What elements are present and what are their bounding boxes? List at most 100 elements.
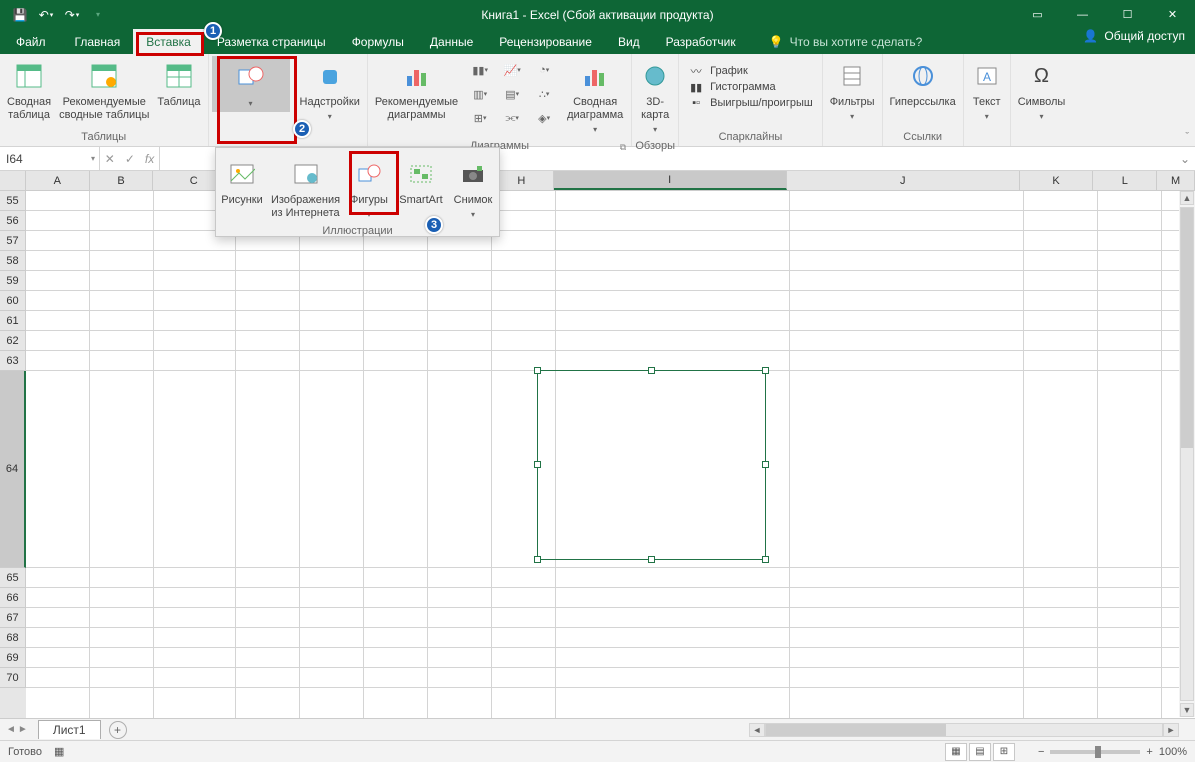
undo-button[interactable]: ↶▾ — [34, 4, 58, 26]
bar-chart-button[interactable]: ▤▾ — [498, 83, 526, 105]
filters-button[interactable]: Фильтры ▾ — [826, 56, 879, 125]
qat-customize[interactable]: ▾ — [86, 4, 110, 26]
column-header-A[interactable]: A — [26, 171, 90, 190]
row-header-70[interactable]: 70 — [0, 668, 26, 688]
hyperlink-button[interactable]: Гиперссылка — [886, 56, 960, 111]
select-all-corner[interactable] — [0, 171, 26, 190]
row-header-55[interactable]: 55 — [0, 191, 26, 211]
combo-chart-button[interactable]: ⫘▾ — [498, 107, 526, 129]
macro-record-icon[interactable]: ▦ — [54, 745, 64, 758]
smartart-button[interactable]: SmartArt — [395, 154, 447, 209]
ribbon-options-button[interactable]: ▭ — [1015, 0, 1060, 29]
redo-button[interactable]: ↷▾ — [60, 4, 84, 26]
group-filters: Фильтры ▾ — [823, 54, 883, 146]
tell-me-search[interactable]: 💡 Что вы хотите сделать? — [769, 29, 923, 54]
tab-developer[interactable]: Разработчик — [653, 29, 749, 54]
pivot-chart-button[interactable]: Сводная диаграмма ▾ — [562, 56, 628, 138]
row-header-56[interactable]: 56 — [0, 211, 26, 231]
tab-data[interactable]: Данные — [417, 29, 486, 54]
row-header-69[interactable]: 69 — [0, 648, 26, 668]
accept-formula-button[interactable]: ✓ — [125, 152, 135, 166]
minimize-button[interactable]: — — [1060, 0, 1105, 29]
vertical-scrollbar[interactable]: ▲ ▼ — [1179, 191, 1195, 717]
stat-chart-button[interactable]: ⊞▾ — [466, 107, 494, 129]
zoom-level[interactable]: 100% — [1159, 746, 1187, 758]
dialog-launcher-icon[interactable]: ⧉ — [620, 142, 626, 153]
column-header-I[interactable]: I — [554, 171, 787, 190]
row-header-60[interactable]: 60 — [0, 291, 26, 311]
illustrations-button[interactable]: ▾ — [212, 56, 290, 112]
screenshot-button[interactable]: Снимок ▾ — [447, 154, 499, 223]
scroll-right-button[interactable]: ► — [1163, 723, 1179, 737]
line-chart-button[interactable]: 📈▾ — [498, 59, 526, 81]
surface-chart-button[interactable]: ◈▾ — [530, 107, 558, 129]
tab-insert[interactable]: Вставка — [133, 29, 204, 54]
maximize-button[interactable]: ☐ — [1105, 0, 1150, 29]
table-button[interactable]: Таблица — [153, 56, 204, 111]
sheet-nav-prev[interactable]: ◄ — [6, 724, 16, 735]
tab-page-layout[interactable]: Разметка страницы — [204, 29, 339, 54]
text-button[interactable]: A Текст ▾ — [967, 56, 1007, 125]
pie-chart-button[interactable]: ◔▾ — [530, 59, 558, 81]
cancel-formula-button[interactable]: ✕ — [105, 152, 115, 166]
fx-button[interactable]: fx — [145, 152, 154, 166]
tab-view[interactable]: Вид — [605, 29, 653, 54]
close-button[interactable]: ✕ — [1150, 0, 1195, 29]
formula-bar-expand[interactable]: ⌄ — [1175, 147, 1195, 170]
sheet-nav-next[interactable]: ► — [18, 724, 28, 735]
sparkline-column-button[interactable]: ▮▮Гистограмма — [688, 80, 813, 94]
horizontal-scrollbar[interactable]: ◄ ► — [749, 722, 1179, 738]
row-header-59[interactable]: 59 — [0, 271, 26, 291]
row-header-68[interactable]: 68 — [0, 628, 26, 648]
tab-review[interactable]: Рецензирование — [486, 29, 605, 54]
name-box[interactable]: I64▾ — [0, 147, 100, 170]
column-header-L[interactable]: L — [1093, 171, 1157, 190]
row-header-62[interactable]: 62 — [0, 331, 26, 351]
column-chart-button[interactable]: ▮▮▾ — [466, 59, 494, 81]
row-header-63[interactable]: 63 — [0, 351, 26, 371]
row-header-67[interactable]: 67 — [0, 608, 26, 628]
row-header-65[interactable]: 65 — [0, 568, 26, 588]
online-pictures-button[interactable]: Изображения из Интернета — [268, 154, 343, 222]
row-header-57[interactable]: 57 — [0, 231, 26, 251]
column-header-B[interactable]: B — [90, 171, 154, 190]
scroll-left-button[interactable]: ◄ — [749, 723, 765, 737]
view-normal-button[interactable]: ▦ — [945, 743, 967, 761]
selected-object[interactable] — [537, 370, 766, 560]
3d-map-button[interactable]: 3D- карта ▾ — [635, 56, 675, 138]
save-button[interactable]: 💾 — [8, 4, 32, 26]
tab-file[interactable]: Файл — [0, 29, 62, 54]
sheet-tab-1[interactable]: Лист1 — [38, 720, 101, 739]
view-page-break-button[interactable]: ⊞ — [993, 743, 1015, 761]
zoom-out-button[interactable]: − — [1038, 746, 1044, 758]
sparkline-winloss-button[interactable]: ▪▫Выигрыш/проигрыш — [688, 96, 813, 110]
sparkline-line-button[interactable]: 〰График — [688, 64, 813, 78]
addins-button[interactable]: Надстройки ▾ — [296, 56, 364, 125]
column-header-K[interactable]: K — [1020, 171, 1094, 190]
row-header-66[interactable]: 66 — [0, 588, 26, 608]
recommended-charts-button[interactable]: Рекомендуемые диаграммы — [371, 56, 462, 124]
row-header-58[interactable]: 58 — [0, 251, 26, 271]
row-header-61[interactable]: 61 — [0, 311, 26, 331]
cells-area[interactable] — [26, 191, 1195, 718]
tab-home[interactable]: Главная — [62, 29, 134, 54]
share-button[interactable]: 👤 Общий доступ — [1083, 29, 1185, 43]
zoom-in-button[interactable]: + — [1146, 746, 1152, 758]
scroll-down-button[interactable]: ▼ — [1180, 703, 1194, 717]
symbols-button[interactable]: Ω Символы ▾ — [1014, 56, 1070, 125]
pivot-table-button[interactable]: Сводная таблица — [3, 56, 55, 124]
tab-formulas[interactable]: Формулы — [339, 29, 417, 54]
row-header-64[interactable]: 64 — [0, 371, 26, 568]
add-sheet-button[interactable]: + — [109, 721, 127, 739]
view-page-layout-button[interactable]: ▤ — [969, 743, 991, 761]
column-header-J[interactable]: J — [787, 171, 1020, 190]
ribbon-collapse-button[interactable]: ˇ — [1185, 131, 1189, 143]
column-header-M[interactable]: M — [1157, 171, 1195, 190]
view-buttons: ▦ ▤ ⊞ — [945, 743, 1015, 761]
hierarchy-chart-button[interactable]: ▥▾ — [466, 83, 494, 105]
pictures-button[interactable]: Рисунки — [216, 154, 268, 209]
scroll-up-button[interactable]: ▲ — [1180, 191, 1194, 205]
recommended-pivot-button[interactable]: Рекомендуемые сводные таблицы — [55, 56, 153, 124]
scatter-chart-button[interactable]: ∴▾ — [530, 83, 558, 105]
shapes-button[interactable]: Фигуры ▾ — [343, 154, 395, 223]
